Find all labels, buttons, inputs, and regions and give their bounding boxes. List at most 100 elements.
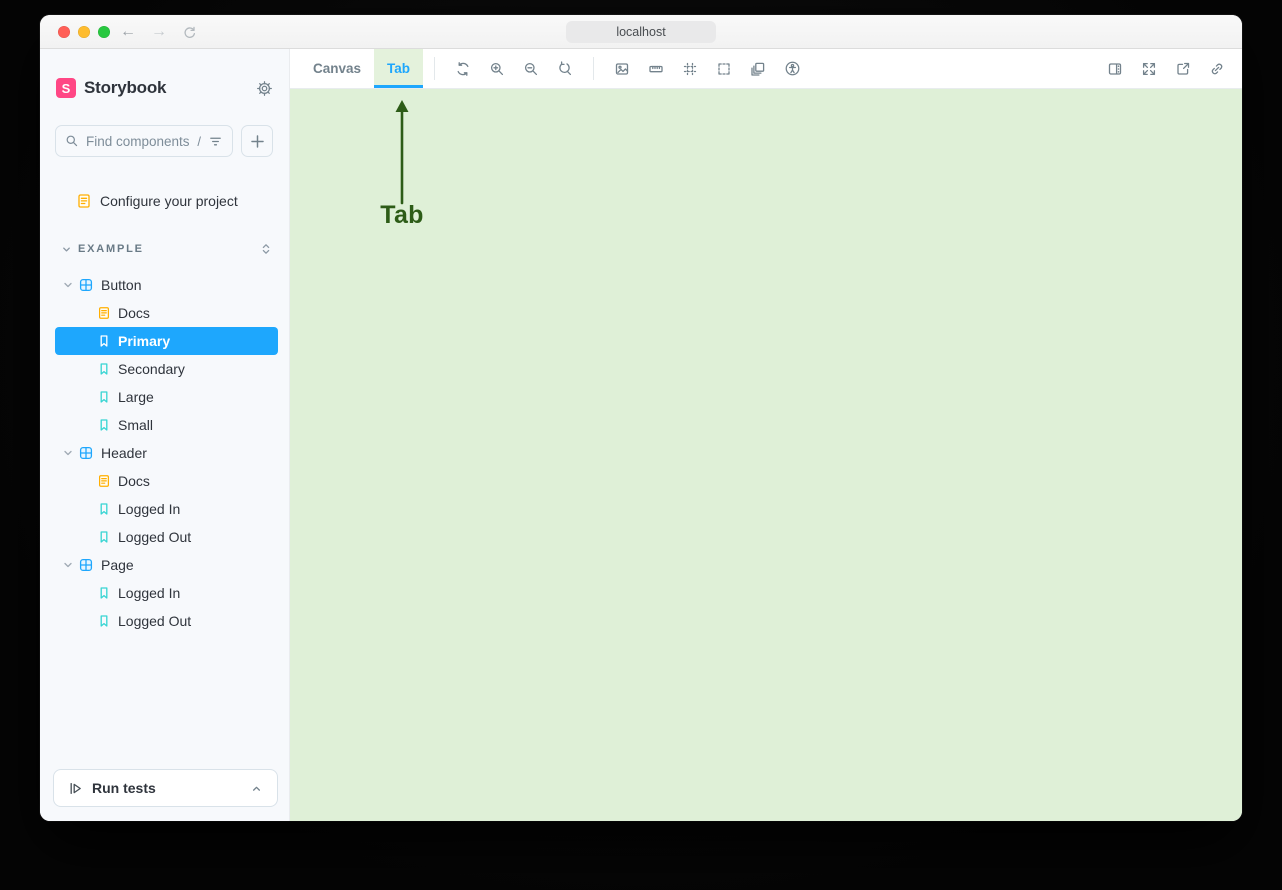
browser-nav: ← → [120,15,197,49]
bookmark-icon [97,390,111,404]
tree-group-label: Page [101,557,134,573]
reload-icon[interactable] [182,25,197,40]
chevron-up-icon [250,782,263,795]
bookmark-icon [97,502,111,516]
component-icon [78,557,94,573]
search-shortcut-hint: / [197,134,201,149]
gear-icon[interactable] [256,80,273,97]
copy-link-icon[interactable] [1203,55,1231,83]
docs-icon [97,474,111,488]
tree-item-label: Logged In [118,585,180,601]
tree-item-label: Logged In [118,501,180,517]
plus-icon [249,133,266,150]
tree-group-button[interactable]: Button [55,271,278,299]
browser-titlebar: ← → localhost [40,15,1242,49]
tree-item-label: Logged Out [118,613,191,629]
open-external-icon[interactable] [1169,55,1197,83]
minimize-window-button[interactable] [78,26,90,38]
viewport-icon[interactable] [744,55,772,83]
grid-icon[interactable] [676,55,704,83]
toolbar-tabs: Canvas Tab [300,49,423,88]
zoom-in-icon[interactable] [483,55,511,83]
back-icon[interactable]: ← [120,24,136,40]
tree-group-label: Header [101,445,147,461]
search-input[interactable] [86,134,190,149]
tree-group-label: Button [101,277,141,293]
create-story-button[interactable] [241,125,273,157]
tree-item-button-secondary[interactable]: Secondary [55,355,278,383]
tree-item-page-logged-in[interactable]: Logged In [55,579,278,607]
address-text: localhost [616,25,665,39]
tree-group-header[interactable]: Header [55,439,278,467]
bookmark-icon [97,614,111,628]
tree-item-label: Logged Out [118,529,191,545]
background-icon[interactable] [608,55,636,83]
tree-item-button-primary[interactable]: Primary [55,327,278,355]
close-window-button[interactable] [58,26,70,38]
bookmark-icon [97,586,111,600]
tree-item-label: Secondary [118,361,185,377]
search-field[interactable]: / [55,125,233,157]
tree-item-button-small[interactable]: Small [55,411,278,439]
chevron-down-icon [61,244,72,255]
component-icon [78,277,94,293]
panel-toggle-icon[interactable] [1101,55,1129,83]
annotation-text: Tab [362,201,442,230]
zoom-reset-icon[interactable] [551,55,579,83]
bookmark-icon [97,418,111,432]
toolbar-right-group [1098,49,1234,88]
tree-item-header-logged-out[interactable]: Logged Out [55,523,278,551]
tree-group-page[interactable]: Page [55,551,278,579]
tree-item-label: Primary [118,333,170,349]
play-all-icon [68,781,83,796]
storybook-sidebar: S Storybook [40,49,290,821]
outline-icon[interactable] [710,55,738,83]
address-bar[interactable]: localhost [566,21,716,43]
sidebar-item-label: Configure your project [100,193,238,209]
tree-item-label: Small [118,417,153,433]
search-row: / [55,125,273,157]
tree-item-label: Docs [118,305,150,321]
canvas-toolbar: Canvas Tab [290,49,1242,89]
storybook-logo: S [56,78,76,98]
fullscreen-icon[interactable] [1135,55,1163,83]
measure-icon[interactable] [642,55,670,83]
up-arrow-annotation [386,95,418,211]
zoom-window-button[interactable] [98,26,110,38]
chevron-down-icon [62,447,74,459]
zoom-out-icon[interactable] [517,55,545,83]
tree-item-page-logged-out[interactable]: Logged Out [55,607,278,635]
run-tests-button[interactable]: Run tests [53,769,278,807]
search-icon [65,134,79,148]
remount-icon[interactable] [449,55,477,83]
bookmark-icon [97,362,111,376]
tree-item-header-docs[interactable]: Docs [55,467,278,495]
forward-icon[interactable]: → [151,24,167,40]
sidebar-item-configure[interactable]: Configure your project [55,187,278,215]
brand-title: Storybook [84,78,166,98]
run-tests-label: Run tests [92,780,156,796]
browser-window: ← → localhost S Storybook [40,15,1242,821]
preview-pane: Canvas Tab [290,49,1242,821]
component-icon [78,445,94,461]
tree-item-header-logged-in[interactable]: Logged In [55,495,278,523]
tree-item-button-docs[interactable]: Docs [55,299,278,327]
tree-item-button-large[interactable]: Large [55,383,278,411]
bookmark-icon [97,334,111,348]
tab-canvas[interactable]: Canvas [300,49,374,88]
section-header-example[interactable]: EXAMPLE [55,239,273,259]
chevron-down-icon [62,559,74,571]
bookmark-icon [97,530,111,544]
traffic-lights [58,26,110,38]
tab-tab-addon[interactable]: Tab [374,49,423,88]
collapse-expand-all-icon[interactable] [259,242,273,256]
toolbar-divider [593,57,594,80]
filter-icon[interactable] [208,134,223,149]
sidebar-header: S Storybook [56,76,273,100]
accessibility-icon[interactable] [778,55,806,83]
tree-item-label: Large [118,389,154,405]
chevron-down-icon [62,279,74,291]
sidebar-tree: Button Docs [40,271,289,635]
docs-icon [97,306,111,320]
section-label: EXAMPLE [78,243,144,255]
